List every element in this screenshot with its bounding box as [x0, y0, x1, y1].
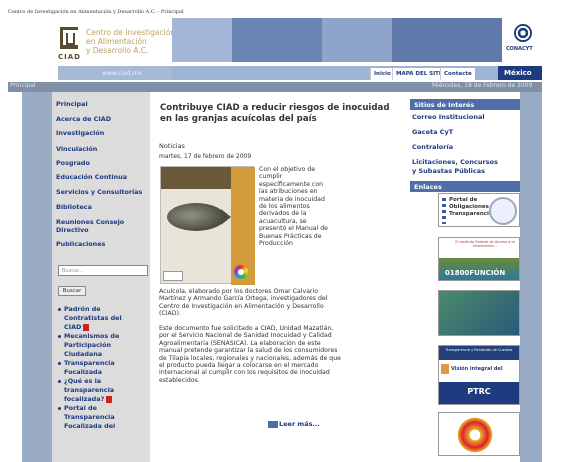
sub-link-transparencia-2[interactable]: Focalizada: [64, 368, 102, 377]
site-url: www.ciad.mx: [58, 66, 172, 80]
banner-green[interactable]: [438, 290, 520, 336]
header-block: [322, 18, 392, 62]
sub-link-transparencia[interactable]: Transparencia: [64, 359, 115, 367]
fish-icon: [167, 203, 231, 231]
link-contraloria[interactable]: Contraloría: [412, 143, 453, 152]
cover-logo-box: [163, 271, 183, 281]
article-title[interactable]: Contribuye CIAD a reducir riesgos de ino…: [160, 103, 400, 124]
ptrc-logo: PTRC: [439, 382, 519, 404]
search-button[interactable]: Buscar: [58, 286, 86, 296]
sub-link-mecanismos-3[interactable]: Ciudadana: [64, 350, 102, 359]
read-more-icon: [268, 420, 278, 428]
sub-link-padron-2[interactable]: Contratistas del: [64, 314, 122, 323]
sub-link-mecanismos[interactable]: Mecanismos de: [64, 332, 119, 340]
left-nav-biblioteca[interactable]: Biblioteca: [56, 203, 92, 212]
funcion-small-text: El Instituto Federal de Acceso a la Info…: [455, 240, 515, 248]
sub-link-portal-3[interactable]: Focalizada del: [64, 422, 115, 431]
header-block: [392, 18, 502, 62]
conacyt-logo[interactable]: CONACYT: [502, 18, 542, 66]
bullet-icon: [58, 361, 61, 365]
banner-bottom[interactable]: [438, 412, 520, 456]
article-body-2: Este documento fue solicitado a CIAD, Un…: [159, 325, 341, 384]
sub-link-que-es-2[interactable]: transparencia: [64, 386, 114, 395]
banner-ptrc[interactable]: Transparencia y Rendición de Cuentas Vis…: [438, 345, 520, 405]
ciad-logo-label: CIAD: [58, 53, 81, 61]
seal-icon: [455, 415, 495, 455]
ptrc-icon: [441, 364, 449, 374]
top-nav-bar: [172, 66, 542, 80]
link-licitaciones[interactable]: Licitaciones, Concursos: [412, 158, 498, 167]
current-date: Miércoles, 18 de Febrero de 2009: [432, 82, 533, 89]
left-nav-posgrado[interactable]: Posgrado: [56, 159, 90, 168]
header-block: [232, 18, 322, 62]
left-nav-vinculacion[interactable]: Vinculación: [56, 145, 97, 154]
bullet-icon: [58, 334, 61, 338]
article-date: martes, 17 de febrero de 2009: [159, 153, 252, 160]
dots-icon: [442, 198, 446, 224]
institution-name-line3: y Desarrollo A.C.: [86, 46, 149, 55]
banner-portal-transparencia[interactable]: Portal de Obligaciones de Transparencia: [438, 193, 520, 227]
left-nav-principal[interactable]: Principal: [56, 100, 88, 109]
bullet-icon: [58, 406, 61, 410]
read-more-label: Leer más...: [279, 420, 320, 428]
site-header: CIAD Centro de Investigación en Alimenta…: [22, 18, 542, 82]
nav-inicio[interactable]: Inicio: [370, 68, 394, 80]
pdf-icon[interactable]: [83, 323, 90, 331]
sub-link-padron[interactable]: Padrón de: [64, 305, 101, 313]
enlaces-heading: Enlaces: [410, 181, 520, 192]
left-nav-servicios[interactable]: Servicios y Consultorías: [56, 188, 142, 197]
ptrc-vision: Visión integral del: [451, 366, 503, 372]
article-body-1: Acuícola, elaborado por los doctores Oma…: [159, 288, 328, 318]
sub-link-mecanismos-2[interactable]: Participación: [64, 341, 111, 350]
header-block: [172, 18, 232, 62]
sub-links: Padrón de Contratistas del CIAD Mecanism…: [58, 305, 148, 462]
left-nav-acerca[interactable]: Acerca de CIAD: [56, 115, 111, 124]
cover-header: [161, 167, 231, 189]
link-subastas[interactable]: y Subastas Públicas: [412, 167, 485, 176]
sub-link-padron-3[interactable]: CIAD: [64, 323, 81, 331]
read-more-link[interactable]: Leer más...: [268, 420, 320, 428]
header-banner: [172, 18, 502, 62]
banner-funcion[interactable]: El Instituto Federal de Acceso a la Info…: [438, 237, 520, 281]
globe-icon: [489, 197, 517, 225]
window-title: Centro de Investigación en Alimentación …: [8, 9, 184, 15]
sub-link-portal-2[interactable]: Transparencia: [64, 413, 115, 422]
funcion-phone: 01800FUNCIÓN: [445, 269, 506, 277]
breadcrumb: Principal: [10, 82, 36, 89]
article-category[interactable]: Noticias: [159, 142, 185, 150]
sub-link-que-es-3[interactable]: focalizada?: [64, 395, 104, 403]
sub-link-portal[interactable]: Portal de: [64, 404, 97, 412]
pdf-icon[interactable]: [106, 395, 113, 403]
institution-name-line1: Centro de Investigación: [86, 28, 176, 37]
left-nav-educacion[interactable]: Educación Continua: [56, 173, 127, 182]
right-margin: [542, 18, 579, 462]
color-wheel-icon: [234, 265, 248, 279]
ciad-logo-icon[interactable]: [60, 27, 78, 49]
institution-name-line2: en Alimentación: [86, 37, 147, 46]
nav-contacto[interactable]: Contacte: [440, 68, 475, 80]
bullet-icon: [58, 307, 61, 311]
link-gaceta[interactable]: Gaceta CyT: [412, 128, 453, 137]
conacyt-label: CONACYT: [506, 46, 533, 52]
manual-cover-image: [160, 166, 255, 285]
conacyt-emblem-icon: [514, 24, 532, 42]
bullet-icon: [58, 379, 61, 383]
ptrc-heading: Transparencia y Rendición de Cuentas: [439, 346, 519, 360]
left-nav-directivo[interactable]: Directivo: [56, 226, 89, 235]
sitios-heading: Sitios de Interés: [410, 99, 520, 110]
sub-link-que-es[interactable]: ¿Qué es la: [64, 377, 101, 385]
link-correo[interactable]: Correo Institucional: [412, 113, 485, 122]
search-input[interactable]: Buscar...: [58, 265, 148, 276]
article-intro: Con el objetivo de cumplir específicamen…: [259, 166, 328, 248]
institution-name: Centro de Investigación en Alimentación …: [86, 28, 175, 55]
left-nav-investigacion[interactable]: Investigación: [56, 129, 104, 138]
left-nav-publicaciones[interactable]: Publicaciones: [56, 240, 105, 249]
nav-mexico[interactable]: México: [498, 66, 542, 80]
